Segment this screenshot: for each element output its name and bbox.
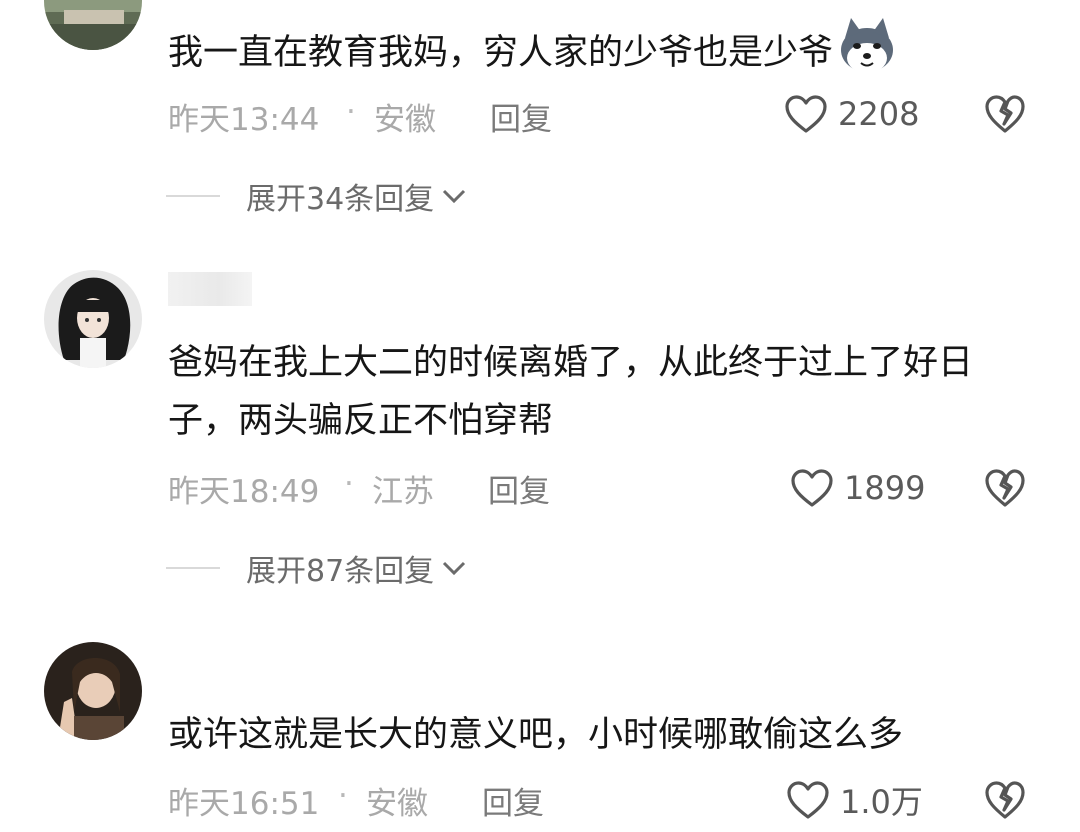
- heart-outline-icon: [785, 95, 827, 133]
- comment-location: 江苏: [372, 474, 434, 510]
- heart-outline-icon: [791, 469, 833, 507]
- like-count: 2208: [838, 95, 920, 133]
- username-redacted: [168, 272, 252, 306]
- meta-separator: ·: [344, 466, 354, 502]
- comment-time: 昨天13:44: [168, 102, 320, 138]
- comment-text: 爸妈在我上大二的时候离婚了，从此终于过上了好日子，两头骗反正不怕穿帮: [168, 343, 974, 441]
- reply-button[interactable]: 回复: [488, 466, 550, 511]
- avatar-image: [44, 642, 142, 740]
- chevron-down-icon: [443, 189, 466, 204]
- divider-line: [166, 567, 220, 569]
- comment-time: 昨天16:51: [168, 786, 320, 822]
- comment-time: 昨天18:49: [168, 474, 320, 510]
- like-button[interactable]: 1.0万: [786, 778, 923, 822]
- like-count: 1.0万: [840, 783, 923, 821]
- broken-heart-icon[interactable]: [984, 94, 1026, 134]
- meta-separator: ·: [346, 94, 356, 130]
- reply-button[interactable]: 回复: [482, 778, 544, 823]
- comment-location: 安徽: [366, 786, 428, 822]
- husky-dog-emoji: [841, 18, 894, 73]
- heart-outline-icon: [787, 781, 829, 819]
- reply-button[interactable]: 回复: [490, 94, 552, 139]
- avatar-image: [44, 0, 142, 50]
- avatar-image: [44, 270, 142, 368]
- avatar[interactable]: [44, 0, 142, 50]
- chevron-down-icon: [443, 561, 466, 576]
- like-count: 1899: [844, 469, 926, 507]
- comment-text: 我一直在教育我妈，穷人家的少爷也是少爷: [168, 16, 1038, 82]
- comment-text: 或许这就是长大的意义吧，小时候哪敢偷这么多: [168, 715, 904, 755]
- expand-replies-button[interactable]: 展开87条回复: [166, 548, 468, 589]
- expand-replies-label: 展开34条回复: [246, 182, 435, 217]
- like-button[interactable]: 1899: [790, 466, 925, 510]
- avatar[interactable]: [44, 270, 142, 368]
- broken-heart-icon[interactable]: [984, 780, 1026, 820]
- like-button[interactable]: 2208: [784, 92, 919, 136]
- avatar[interactable]: [44, 642, 142, 740]
- expand-replies-button[interactable]: 展开34条回复: [166, 176, 468, 217]
- broken-heart-icon[interactable]: [984, 468, 1026, 508]
- meta-separator: ·: [338, 778, 348, 814]
- expand-replies-label: 展开87条回复: [246, 554, 435, 589]
- comment-location: 安徽: [374, 102, 436, 138]
- divider-line: [166, 195, 220, 197]
